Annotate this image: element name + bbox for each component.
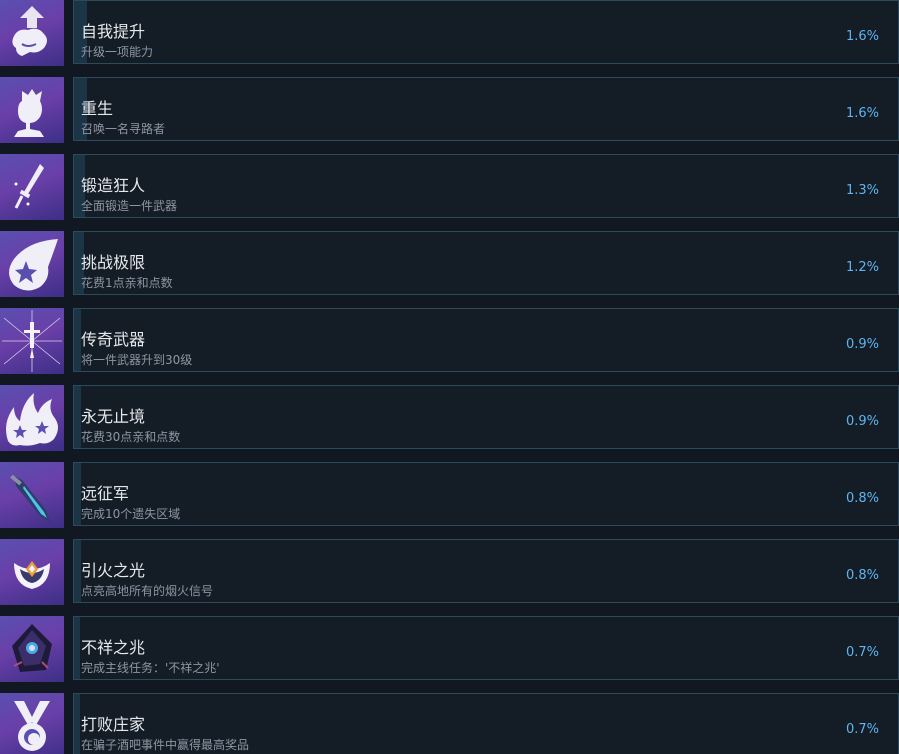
achievement-panel: 不祥之兆 完成主线任务：'不祥之兆' 0.7% xyxy=(73,616,899,680)
achievement-panel: 打败庄家 在骗子酒吧事件中赢得最高奖品 0.7% xyxy=(73,693,899,754)
achievement-description: 完成主线任务：'不祥之兆' xyxy=(81,661,220,675)
blue-blade-icon xyxy=(0,462,64,528)
achievement-panel: 挑战极限 花费1点亲和点数 1.2% xyxy=(73,231,899,295)
achievement-description: 全面锻造一件武器 xyxy=(81,199,178,213)
head-silhouette-icon xyxy=(0,77,64,143)
achievement-title: 打败庄家 xyxy=(81,715,146,734)
achievement-panel: 重生 召唤一名寻路者 1.6% xyxy=(73,77,899,141)
dark-crystal-icon xyxy=(0,616,64,682)
achievement-description: 花费1点亲和点数 xyxy=(81,276,173,290)
radiant-sword-icon xyxy=(0,308,64,374)
medal-icon xyxy=(0,693,64,754)
achievement-title: 永无止境 xyxy=(81,407,146,426)
unlock-percentage: 0.9% xyxy=(845,414,879,429)
achievement-progress xyxy=(74,617,80,679)
achievement-description: 升级一项能力 xyxy=(81,45,154,59)
achievement-title: 自我提升 xyxy=(81,22,146,41)
achievement-description: 完成10个遗失区域 xyxy=(81,507,181,521)
achievement-panel: 引火之光 点亮高地所有的烟火信号 0.8% xyxy=(73,539,899,603)
achievement-row[interactable]: 打败庄家 在骗子酒吧事件中赢得最高奖品 0.7% xyxy=(0,693,899,754)
unlock-percentage: 0.7% xyxy=(845,722,879,737)
achievement-panel: 远征军 完成10个遗失区域 0.8% xyxy=(73,462,899,526)
arrow-up-fist-icon xyxy=(0,0,64,66)
achievement-title: 引火之光 xyxy=(81,561,146,580)
achievement-title: 锻造狂人 xyxy=(81,176,146,195)
unlock-percentage: 0.8% xyxy=(845,568,879,583)
achievement-title: 远征军 xyxy=(81,484,130,503)
achievement-row[interactable]: 远征军 完成10个遗失区域 0.8% xyxy=(0,462,899,528)
achievement-description: 花费30点亲和点数 xyxy=(81,430,181,444)
achievement-row[interactable]: 挑战极限 花费1点亲和点数 1.2% xyxy=(0,231,899,297)
achievement-title: 重生 xyxy=(81,99,114,118)
achievement-title: 传奇武器 xyxy=(81,330,146,349)
achievement-list: 自我提升 升级一项能力 1.6% 重生 召唤一名寻路者 1.6% 锻造狂人 全面… xyxy=(0,0,899,754)
achievement-progress xyxy=(74,463,81,525)
achievement-title: 挑战极限 xyxy=(81,253,146,272)
achievement-row[interactable]: 自我提升 升级一项能力 1.6% xyxy=(0,0,899,66)
achievement-panel: 自我提升 升级一项能力 1.6% xyxy=(73,0,899,64)
achievement-row[interactable]: 永无止境 花费30点亲和点数 0.9% xyxy=(0,385,899,451)
sword-sparkle-icon xyxy=(0,154,64,220)
achievement-description: 点亮高地所有的烟火信号 xyxy=(81,584,214,598)
triple-flame-icon xyxy=(0,385,64,451)
achievement-progress xyxy=(74,694,80,754)
achievement-row[interactable]: 引火之光 点亮高地所有的烟火信号 0.8% xyxy=(0,539,899,605)
beacon-emblem-icon xyxy=(0,539,64,605)
achievement-panel: 锻造狂人 全面锻造一件武器 1.3% xyxy=(73,154,899,218)
achievement-panel: 传奇武器 将一件武器升到30级 0.9% xyxy=(73,308,899,372)
achievement-row[interactable]: 传奇武器 将一件武器升到30级 0.9% xyxy=(0,308,899,374)
unlock-percentage: 1.3% xyxy=(845,183,879,198)
achievement-description: 将一件武器升到30级 xyxy=(81,353,193,367)
unlock-percentage: 1.6% xyxy=(845,29,879,44)
unlock-percentage: 0.9% xyxy=(845,337,879,352)
flame-star-icon xyxy=(0,231,64,297)
achievement-title: 不祥之兆 xyxy=(81,638,146,657)
achievement-description: 召唤一名寻路者 xyxy=(81,122,166,136)
achievement-progress xyxy=(74,540,81,602)
achievement-row[interactable]: 不祥之兆 完成主线任务：'不祥之兆' 0.7% xyxy=(0,616,899,682)
unlock-percentage: 0.7% xyxy=(845,645,879,660)
achievement-description: 在骗子酒吧事件中赢得最高奖品 xyxy=(81,738,250,752)
unlock-percentage: 1.6% xyxy=(845,106,879,121)
unlock-percentage: 1.2% xyxy=(845,260,879,275)
achievement-panel: 永无止境 花费30点亲和点数 0.9% xyxy=(73,385,899,449)
achievement-row[interactable]: 锻造狂人 全面锻造一件武器 1.3% xyxy=(0,154,899,220)
achievement-row[interactable]: 重生 召唤一名寻路者 1.6% xyxy=(0,77,899,143)
unlock-percentage: 0.8% xyxy=(845,491,879,506)
